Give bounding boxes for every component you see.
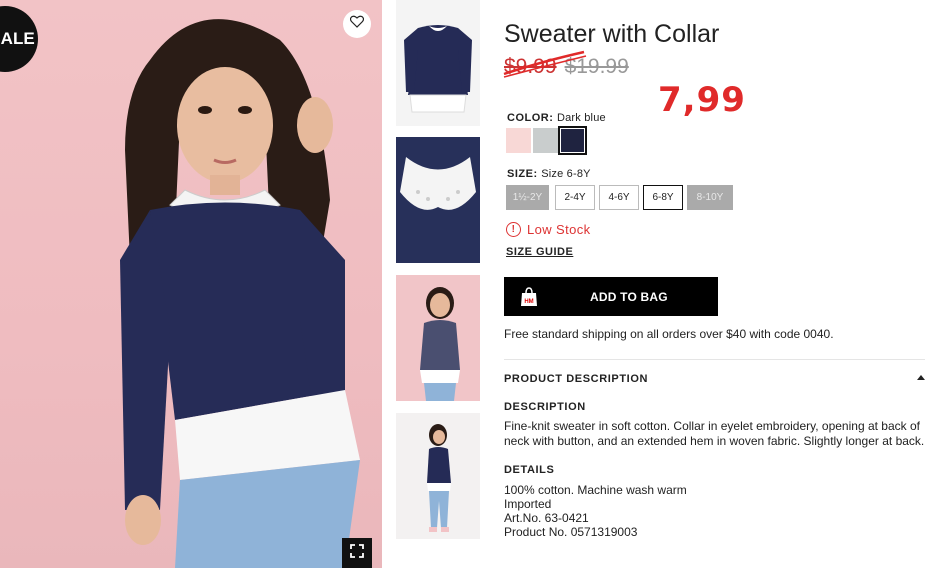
size-option-8-10y[interactable]: 8-10Y bbox=[687, 185, 733, 210]
color-swatch-pink[interactable] bbox=[506, 128, 531, 153]
add-to-bag-label: ADD TO BAG bbox=[590, 289, 668, 304]
size-option-1-5-2y[interactable]: 1½-2Y bbox=[506, 185, 549, 210]
shopping-bag-icon: HM bbox=[518, 286, 540, 308]
details-item: Art.No. 63-0421 bbox=[504, 511, 589, 525]
svg-text:HM: HM bbox=[524, 299, 533, 305]
expand-icon bbox=[350, 543, 364, 563]
model-front-illustration bbox=[420, 287, 460, 401]
new-price-annotation: 7,99 bbox=[658, 80, 746, 120]
sweater-flat-illustration bbox=[404, 25, 472, 113]
details-item: 100% cotton. Machine wash warm bbox=[504, 483, 687, 497]
details-item: Product No. 0571319003 bbox=[504, 525, 638, 539]
color-label-row: COLOR: Dark blue bbox=[507, 112, 606, 124]
add-to-bag-button[interactable]: HM ADD TO BAG bbox=[504, 277, 718, 316]
low-stock-indicator: ! Low Stock bbox=[506, 222, 591, 237]
color-swatch-grey[interactable] bbox=[533, 128, 558, 153]
size-label: SIZE: bbox=[507, 168, 538, 180]
size-label-row: SIZE: Size 6-8Y bbox=[507, 168, 591, 180]
thumbnail-3[interactable] bbox=[396, 275, 480, 401]
main-product-image[interactable]: SALE bbox=[0, 0, 382, 568]
shipping-note: Free standard shipping on all orders ove… bbox=[504, 327, 834, 341]
size-option-6-8y[interactable]: 6-8Y bbox=[643, 185, 683, 210]
alert-circle-icon: ! bbox=[506, 222, 521, 237]
size-value: Size 6-8Y bbox=[541, 168, 591, 180]
color-value: Dark blue bbox=[556, 112, 606, 124]
details-label: DETAILS bbox=[504, 464, 555, 476]
product-description-header[interactable]: PRODUCT DESCRIPTION bbox=[504, 373, 648, 385]
description-text: Fine-knit sweater in soft cotton. Collar… bbox=[504, 419, 925, 448]
divider bbox=[504, 359, 925, 360]
product-photo-illustration bbox=[120, 19, 360, 568]
heart-icon bbox=[349, 15, 365, 33]
low-stock-text: Low Stock bbox=[527, 222, 591, 237]
favorite-button[interactable] bbox=[343, 10, 371, 38]
size-guide-link[interactable]: SIZE GUIDE bbox=[506, 246, 573, 258]
model-full-illustration bbox=[427, 424, 451, 532]
thumbnail-4[interactable] bbox=[396, 413, 480, 539]
color-label: COLOR: bbox=[507, 112, 554, 124]
color-swatch-dark-blue[interactable] bbox=[558, 126, 587, 155]
description-label: DESCRIPTION bbox=[504, 401, 586, 413]
thumbnail-2[interactable] bbox=[396, 137, 480, 263]
chevron-up-icon[interactable] bbox=[917, 375, 925, 380]
details-item: Imported bbox=[504, 497, 552, 511]
collar-detail-illustration bbox=[396, 137, 480, 263]
details-list: 100% cotton. Machine wash warm Imported … bbox=[504, 483, 687, 539]
size-option-2-4y[interactable]: 2-4Y bbox=[555, 185, 595, 210]
size-option-4-6y[interactable]: 4-6Y bbox=[599, 185, 639, 210]
product-title: Sweater with Collar bbox=[504, 20, 720, 48]
red-strike-annotation bbox=[503, 50, 587, 78]
fullscreen-button[interactable] bbox=[342, 538, 372, 568]
thumbnail-1[interactable] bbox=[396, 0, 480, 126]
